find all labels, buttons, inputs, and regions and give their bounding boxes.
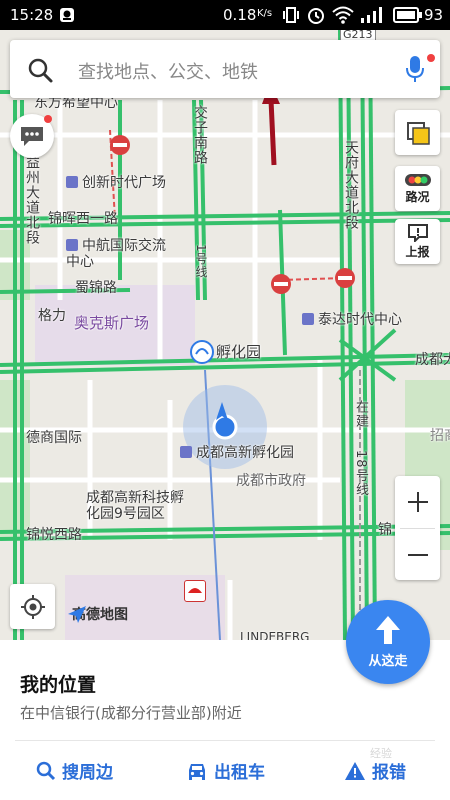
restaurant-icon[interactable]: [184, 580, 206, 602]
battery-icon: [393, 7, 423, 28]
map-label: 锦: [378, 522, 392, 538]
go-from-here-button[interactable]: 从这走: [346, 600, 430, 684]
taxi-button[interactable]: 出租车: [186, 758, 265, 783]
arrow-up-icon: [376, 616, 400, 644]
locate-button[interactable]: [10, 584, 55, 629]
microphone-icon[interactable]: [404, 54, 426, 84]
search-icon[interactable]: [26, 56, 54, 84]
map-label-poi: 创新时代广场: [66, 175, 166, 191]
layers-button[interactable]: [395, 110, 440, 155]
map-label: 蜀锦路: [75, 280, 117, 296]
zoom-out-button[interactable]: [395, 530, 440, 580]
building-icon: [66, 239, 78, 251]
map-label: 成都高新科技孵化园9号园区: [86, 490, 184, 522]
map-label: 1号线: [194, 244, 208, 279]
map-label: 招商: [430, 428, 450, 444]
report-label: 上报: [405, 244, 430, 259]
panel-subtitle: 在中信银行(成都分行营业部)附近: [20, 704, 242, 722]
vibrate-icon: [282, 6, 300, 29]
minus-icon: [407, 553, 428, 556]
map-label: 格力: [38, 308, 66, 324]
search-icon: [36, 761, 56, 780]
go-label: 从这走: [368, 654, 408, 669]
net-unit: K/s: [257, 8, 273, 19]
search-bar[interactable]: 查找地点、公交、地铁: [10, 40, 440, 98]
panel-divider: [15, 740, 435, 741]
map-view[interactable]: G213 东方希望中心 交子南路 天府大道北段 益州大道北段 锦晖西一路 创新时…: [0, 30, 450, 640]
map-label: LINDEBERG: [240, 630, 310, 640]
zoom-control: [395, 476, 440, 580]
logo-arrow-icon: [68, 606, 86, 623]
watermark: 经验: [370, 747, 392, 760]
map-label: 18号线: [353, 450, 368, 497]
metro-station-icon: [190, 340, 214, 364]
traffic-light-icon: [404, 173, 431, 186]
building-icon: [66, 176, 78, 188]
layers-icon: [406, 121, 430, 145]
warning-icon: [345, 761, 365, 780]
map-label: 在建: [353, 400, 368, 428]
search-input[interactable]: 查找地点、公交、地铁: [78, 58, 258, 84]
locate-icon: [20, 594, 45, 619]
my-location-dot: [212, 414, 238, 440]
traffic-label: 路况: [405, 189, 430, 204]
nearby-button[interactable]: 搜周边: [36, 758, 113, 783]
building-icon: [180, 446, 192, 458]
plus-icon: [407, 491, 428, 512]
map-label-poi: 中航国际交流中心: [66, 238, 166, 270]
signal-icon: [360, 6, 384, 29]
map-label: 成都市政府: [236, 473, 306, 489]
status-time: 15:28: [10, 6, 54, 24]
map-label: 天府大道北段: [343, 140, 359, 230]
map-roads: [0, 30, 450, 640]
map-label-poi: 成都高新孵化园: [180, 445, 294, 461]
wifi-icon: [332, 5, 354, 30]
chat-icon: [21, 127, 43, 146]
car-icon: [189, 763, 205, 780]
notification-icon: [58, 6, 76, 29]
report-icon: [407, 223, 428, 242]
map-label: 奥克斯广场: [74, 314, 150, 332]
report-button[interactable]: 上报: [395, 219, 440, 264]
map-label: 益州大道北段: [24, 155, 40, 245]
net-speed: 0.18: [223, 6, 257, 24]
map-logo: 高德地图: [66, 604, 128, 624]
zoom-in-button[interactable]: [395, 477, 440, 527]
map-label: 孵化园: [216, 343, 262, 361]
message-button[interactable]: [10, 114, 54, 158]
mic-badge: [427, 54, 435, 62]
alarm-icon: [306, 5, 326, 30]
map-label-poi: 泰达时代中心: [302, 312, 402, 328]
map-label: 成都大: [415, 352, 450, 368]
report-error-button[interactable]: 报错: [344, 758, 406, 783]
building-icon: [302, 313, 314, 325]
traffic-button[interactable]: 路况: [395, 166, 440, 211]
map-label: 交子南路: [192, 105, 208, 165]
map-label: 锦悦西路: [26, 527, 82, 543]
map-label: 锦晖西一路: [48, 211, 118, 227]
message-badge: [44, 115, 52, 123]
map-label: 德商国际: [26, 430, 82, 446]
panel-title: 我的位置: [20, 674, 97, 696]
status-bar: 15:28 0.18 K/s 93: [0, 0, 450, 30]
battery-level: 93: [424, 6, 444, 24]
app-root: 15:28 0.18 K/s 93 G213 东方希望中心 交子南路 天府大道北…: [0, 0, 450, 800]
zoom-divider: [400, 527, 435, 529]
